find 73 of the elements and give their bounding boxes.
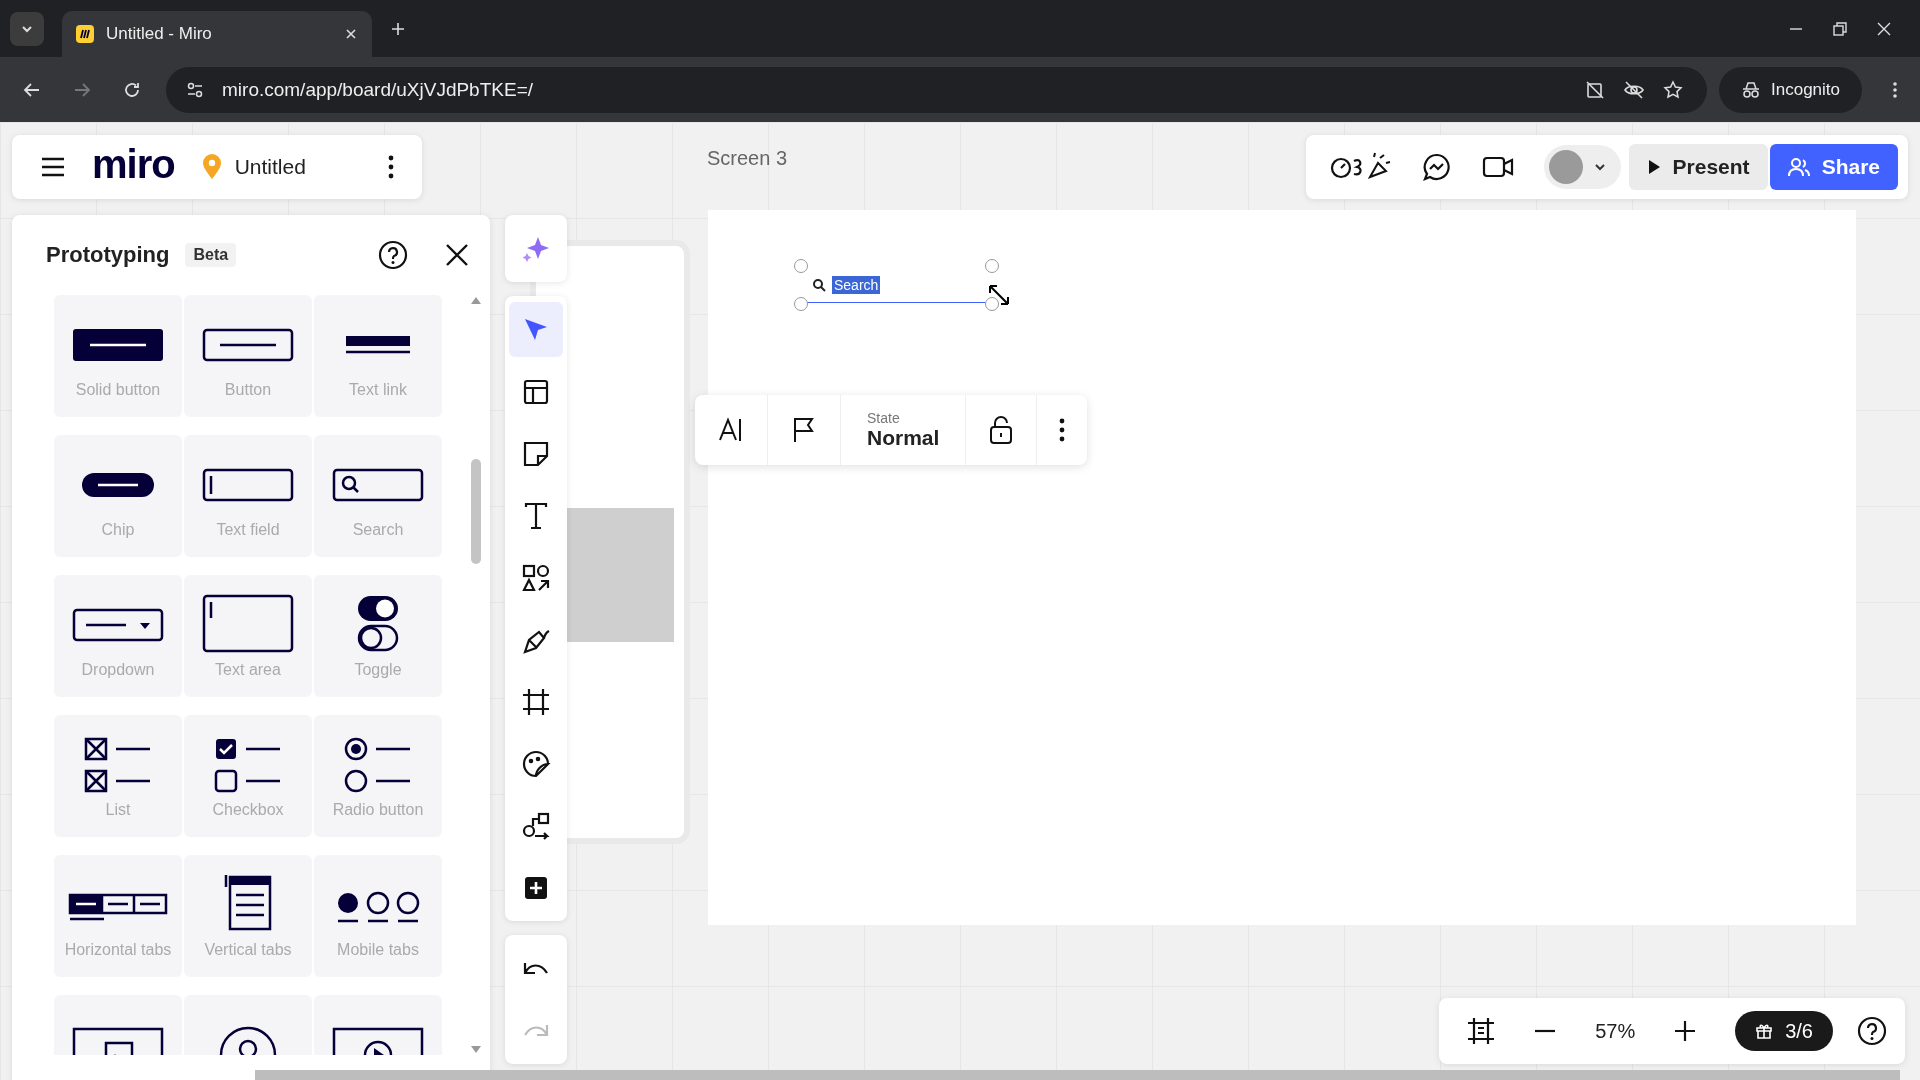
incognito-icon — [1741, 80, 1761, 99]
select-tool[interactable] — [509, 302, 563, 357]
scroll-down-icon[interactable] — [470, 1045, 482, 1055]
miro-logo[interactable]: miro — [92, 144, 175, 184]
star-icon[interactable] — [1663, 79, 1683, 100]
component-tile[interactable]: Solid button — [54, 295, 182, 417]
reactions-icon[interactable] — [1329, 152, 1392, 182]
kebab-menu-icon[interactable] — [388, 154, 394, 180]
favicon-icon — [76, 25, 94, 43]
component-tile[interactable]: Search — [314, 435, 442, 557]
present-button[interactable]: Present — [1628, 144, 1768, 190]
avatar-icon — [1548, 150, 1583, 184]
new-tab-icon[interactable] — [390, 20, 406, 37]
media-blocked-icon[interactable] — [1585, 79, 1605, 100]
beta-badge: Beta — [185, 243, 237, 267]
search-widget-text: Search — [832, 275, 881, 294]
frame-label: Screen 3 — [707, 147, 788, 170]
kebab-menu-icon[interactable] — [1892, 79, 1898, 100]
shapes-icon — [521, 562, 551, 593]
menu-icon[interactable] — [40, 156, 66, 178]
chat-icon[interactable] — [1421, 152, 1452, 182]
help-icon[interactable] — [1857, 1016, 1887, 1046]
component-tile[interactable]: Chip — [54, 435, 182, 557]
component-tile[interactable]: Radio button — [314, 715, 442, 837]
eye-off-icon[interactable] — [1623, 79, 1645, 100]
fit-to-screen-icon[interactable] — [1467, 1017, 1496, 1045]
progress-button[interactable]: 3/6 — [1735, 1011, 1833, 1051]
play-icon — [1646, 159, 1661, 175]
panel-title: Prototyping — [46, 242, 170, 268]
close-icon[interactable] — [444, 242, 470, 268]
video-camera-icon[interactable] — [1481, 154, 1514, 180]
tab-list-button[interactable] — [10, 11, 44, 46]
browser-tab[interactable]: Untitled - Miro — [62, 11, 372, 57]
gift-icon — [1755, 1022, 1774, 1040]
url-text: miro.com/app/board/uXjVJdPbTKE=/ — [222, 78, 533, 101]
location-pin-icon — [200, 154, 223, 180]
component-tile[interactable]: List — [54, 715, 182, 837]
search-icon — [812, 277, 826, 292]
zoom-in-icon[interactable] — [1673, 1019, 1698, 1043]
component-tile[interactable]: Text area — [184, 575, 312, 697]
stickers-icon — [521, 748, 551, 779]
board-title[interactable]: Untitled — [234, 155, 362, 179]
resize-cursor-icon — [986, 282, 1012, 308]
text-link-icon — [344, 334, 412, 354]
component-tile[interactable]: Checkbox — [184, 715, 312, 837]
scrollbar[interactable] — [255, 1070, 1900, 1080]
restore-icon[interactable] — [1832, 20, 1848, 37]
kebab-menu-icon — [1059, 417, 1066, 443]
incognito-button[interactable]: Incognito — [1719, 66, 1862, 113]
unlock-icon — [988, 415, 1015, 445]
help-icon[interactable] — [378, 240, 408, 270]
component-tile[interactable]: Button — [184, 295, 312, 417]
close-icon[interactable] — [344, 27, 358, 41]
component-tile[interactable]: Mobile tabs — [314, 855, 442, 977]
component-tile[interactable]: Horizontal tabs — [54, 855, 182, 977]
component-tile[interactable]: Text link — [314, 295, 442, 417]
scroll-up-icon[interactable] — [470, 295, 482, 305]
component-tile[interactable]: Vertical tabs — [184, 855, 312, 977]
scrollbar-thumb[interactable] — [471, 459, 481, 564]
component-tile[interactable]: Dropdown — [54, 575, 182, 697]
people-icon — [1787, 157, 1810, 177]
frame-icon — [521, 686, 551, 717]
zoom-level[interactable]: 57% — [1595, 1019, 1636, 1043]
state-dropdown[interactable]: State Normal — [841, 395, 967, 465]
avatar-button[interactable] — [1543, 145, 1621, 189]
scrollbar[interactable] — [470, 295, 482, 1055]
tab-title: Untitled - Miro — [106, 24, 213, 44]
diagram-icon — [521, 810, 551, 841]
address-field[interactable]: miro.com/app/board/uXjVJdPbTKE=/ — [166, 66, 1707, 113]
component-tile[interactable]: Toggle — [314, 575, 442, 697]
share-button[interactable]: Share — [1769, 144, 1898, 190]
component-tile[interactable]: Text field — [184, 435, 312, 557]
site-settings-icon[interactable] — [186, 80, 204, 99]
